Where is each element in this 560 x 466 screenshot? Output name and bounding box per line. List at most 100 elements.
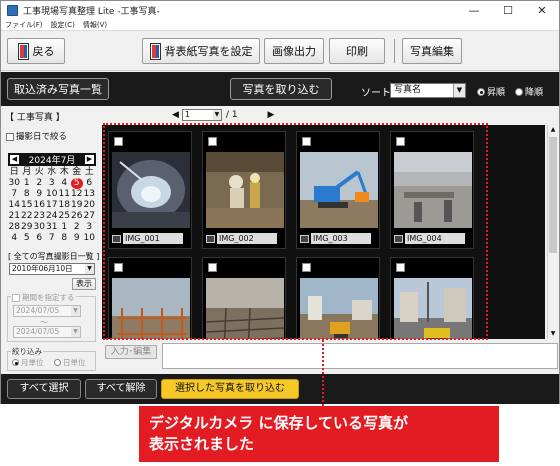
photo-thumbnail[interactable] — [394, 278, 472, 339]
calendar-day[interactable]: 4 — [8, 233, 21, 244]
photo-checkbox[interactable] — [114, 137, 123, 146]
calendar-day[interactable]: 6 — [83, 178, 96, 189]
photo-card[interactable] — [108, 257, 192, 339]
scroll-up-icon[interactable]: ▲ — [548, 125, 558, 135]
calendar-day[interactable]: 29 — [21, 222, 34, 233]
photo-checkbox[interactable] — [302, 137, 311, 146]
photo-card[interactable]: IMG_002 — [202, 131, 286, 249]
sort-select[interactable]: 写真名 ▼ — [390, 83, 466, 98]
calendar-day[interactable]: 9 — [71, 233, 84, 244]
calendar-day[interactable]: 30 — [8, 178, 21, 189]
next-month-icon[interactable]: ▶ — [84, 155, 94, 164]
calendar-day[interactable]: 8 — [21, 189, 34, 200]
photo-thumbnail[interactable] — [112, 278, 190, 339]
calendar-day[interactable]: 19 — [71, 200, 84, 211]
menu-info[interactable]: 情報(V) — [83, 20, 107, 30]
photo-card[interactable] — [202, 257, 286, 339]
comment-icon[interactable] — [300, 234, 309, 243]
calendar-day[interactable]: 9 — [33, 189, 46, 200]
calendar-day[interactable]: 17 — [46, 200, 59, 211]
calendar-day[interactable]: 30 — [33, 222, 46, 233]
calendar-day[interactable]: 15 — [21, 200, 34, 211]
calendar-day[interactable]: 26 — [71, 211, 84, 222]
scroll-thumb[interactable] — [549, 137, 557, 253]
calendar-day[interactable]: 20 — [83, 200, 96, 211]
calendar-day[interactable]: 2 — [71, 222, 84, 233]
comment-icon[interactable] — [206, 234, 215, 243]
calendar-day[interactable]: 31 — [46, 222, 59, 233]
comment-icon[interactable] — [394, 234, 403, 243]
select-all-button[interactable]: すべて選択 — [7, 379, 81, 399]
menu-file[interactable]: ファイル(F) — [5, 20, 43, 30]
prev-month-icon[interactable]: ◀ — [10, 155, 19, 164]
calendar-day[interactable]: 22 — [21, 211, 34, 222]
calendar-day[interactable]: 14 — [8, 200, 21, 211]
back-button[interactable]: 戻る — [7, 38, 65, 64]
set-cover-button[interactable]: 背表紙写真を設定 — [142, 38, 260, 64]
calendar-day[interactable]: 10 — [83, 233, 96, 244]
photo-thumbnail[interactable] — [300, 152, 378, 228]
calendar-day[interactable]: 16 — [33, 200, 46, 211]
calendar-day[interactable]: 10 — [46, 189, 59, 200]
print-button[interactable]: 印刷 — [329, 38, 385, 64]
descending-radio[interactable]: 降順 — [515, 85, 543, 98]
calendar-day[interactable]: 1 — [58, 222, 71, 233]
deselect-all-button[interactable]: すべて解除 — [85, 379, 157, 399]
photo-checkbox[interactable] — [396, 263, 405, 272]
calendar-day[interactable]: 7 — [46, 233, 59, 244]
input-edit-button[interactable]: 入力･編集 — [105, 345, 157, 359]
maximize-button[interactable]: ☐ — [491, 1, 525, 19]
calendar-day[interactable]: 27 — [83, 211, 96, 222]
photo-checkbox[interactable] — [208, 137, 217, 146]
photo-checkbox[interactable] — [302, 263, 311, 272]
prev-page-icon[interactable]: ◀ — [172, 110, 179, 120]
calendar-day[interactable]: 23 — [33, 211, 46, 222]
calendar-day[interactable]: 5 — [21, 233, 34, 244]
from-date-select[interactable]: 2024/07/05 ▼ — [13, 305, 81, 317]
calendar-day[interactable]: 4 — [58, 178, 71, 189]
import-selected-button[interactable]: 選択した写真を取り込む — [161, 379, 299, 399]
calendar-day[interactable]: 21 — [8, 211, 21, 222]
calendar-day[interactable]: 7 — [8, 189, 21, 200]
image-output-button[interactable]: 画像出力 — [264, 38, 324, 64]
calendar-day[interactable]: 25 — [58, 211, 71, 222]
photo-card[interactable] — [296, 257, 380, 339]
close-button[interactable]: ✕ — [525, 1, 559, 19]
photo-checkbox[interactable] — [114, 263, 123, 272]
ascending-radio[interactable]: 昇順 — [477, 85, 505, 98]
calendar-day[interactable]: 12 — [71, 189, 84, 200]
period-checkbox[interactable]: 期間を指定する — [11, 292, 76, 303]
calendar-day[interactable]: 24 — [46, 211, 59, 222]
photo-checkbox[interactable] — [396, 137, 405, 146]
page-select[interactable]: 1 ▼ — [181, 109, 222, 121]
photo-thumbnail[interactable] — [394, 152, 472, 228]
photo-thumbnail[interactable] — [206, 278, 284, 339]
import-photos-button[interactable]: 写真を取り込む — [230, 78, 332, 100]
photo-thumbnail[interactable] — [300, 278, 378, 339]
input-edit-field[interactable] — [162, 343, 558, 369]
photo-edit-button[interactable]: 写真編集 — [402, 38, 462, 64]
show-button[interactable]: 表示 — [72, 278, 96, 290]
calendar-day[interactable]: 5 — [70, 178, 83, 189]
minimize-button[interactable]: — — [457, 1, 491, 19]
comment-icon[interactable] — [112, 234, 121, 243]
calendar-day[interactable]: 28 — [8, 222, 21, 233]
by-day-radio[interactable]: 日単位 — [54, 357, 86, 368]
menu-settings[interactable]: 設定(C) — [51, 20, 75, 30]
photo-card[interactable]: IMG_003 — [296, 131, 380, 249]
photo-card[interactable] — [390, 257, 474, 339]
calendar-day[interactable]: 13 — [83, 189, 96, 200]
narrow-by-date-checkbox[interactable]: 撮影日で絞る — [6, 130, 67, 142]
photo-card[interactable]: IMG_001 — [108, 131, 192, 249]
calendar-day[interactable]: 1 — [21, 178, 34, 189]
calendar-day[interactable]: 3 — [83, 222, 96, 233]
by-month-radio[interactable]: 月単位 — [12, 357, 44, 368]
calendar-day[interactable]: 11 — [58, 189, 71, 200]
calendar-day[interactable]: 8 — [58, 233, 71, 244]
photo-thumbnail[interactable] — [206, 152, 284, 228]
photo-thumbnail[interactable] — [112, 152, 190, 228]
photo-grid-scrollbar[interactable]: ▲ ▼ — [547, 125, 558, 339]
calendar-day[interactable]: 18 — [58, 200, 71, 211]
calendar-day[interactable]: 3 — [46, 178, 59, 189]
calendar-day[interactable]: 2 — [33, 178, 46, 189]
